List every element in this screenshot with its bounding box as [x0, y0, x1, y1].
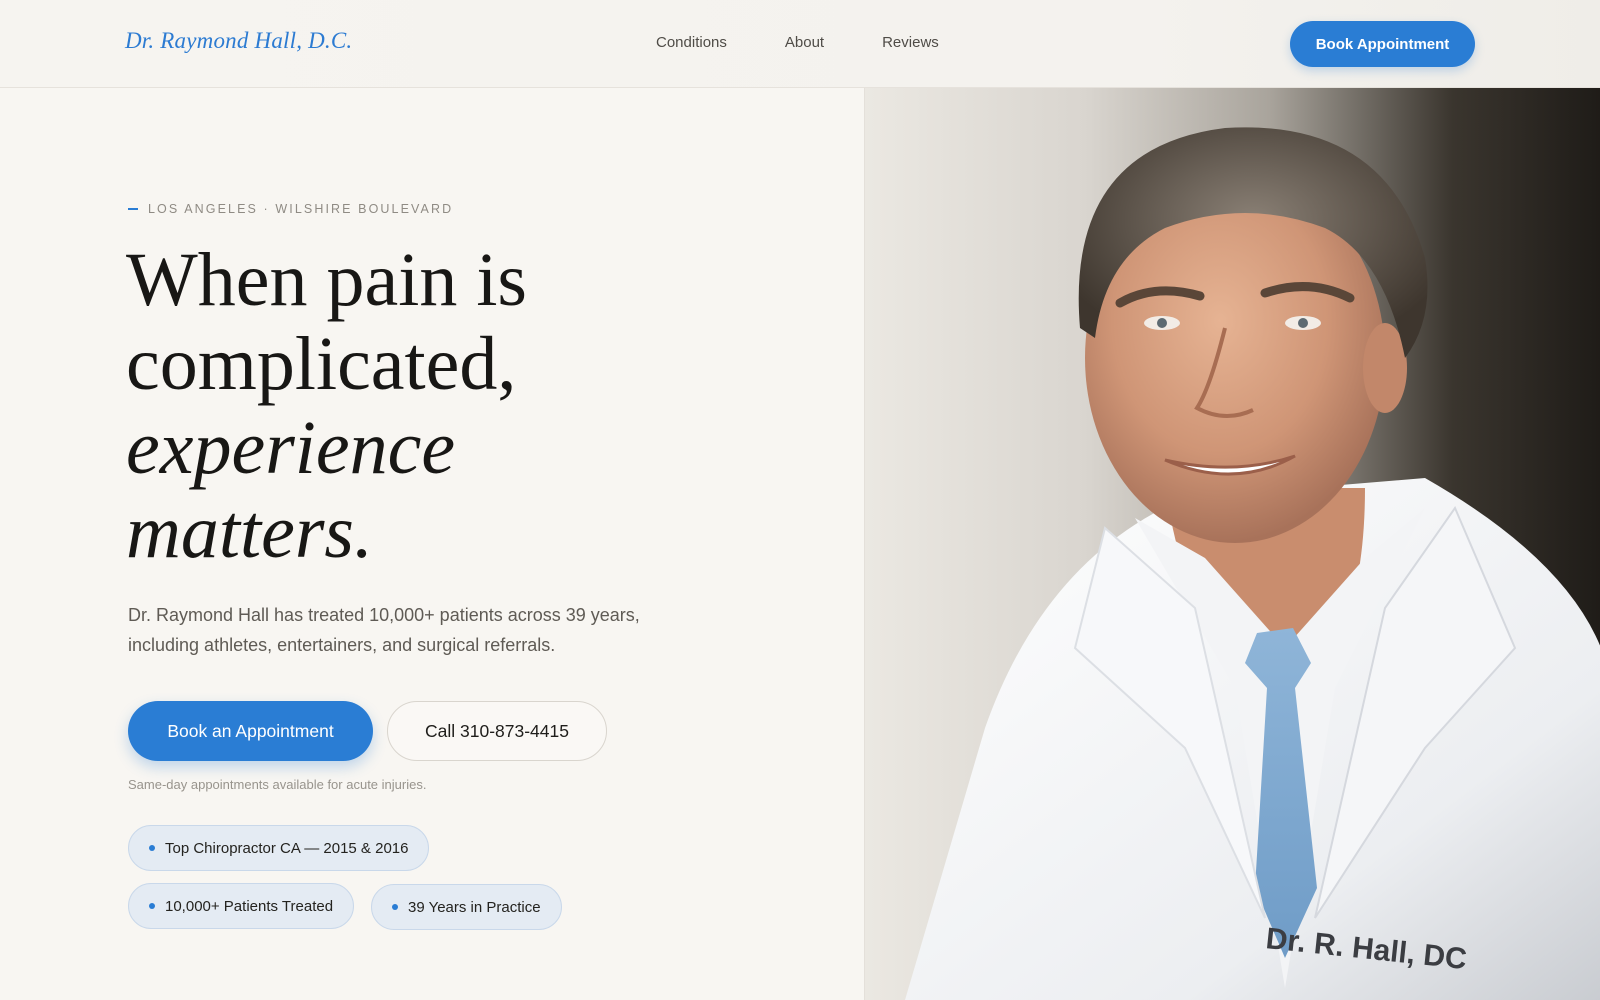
book-appointment-button[interactable]: Book an Appointment [128, 701, 373, 761]
badge-top-chiropractor: Top Chiropractor CA — 2015 & 2016 [128, 825, 430, 871]
doctor-portrait-photo: Dr. R. Hall, DC [864, 88, 1600, 1000]
badge-patients-treated: 10,000+ Patients Treated [128, 883, 355, 929]
nav-link-conditions[interactable]: Conditions [656, 34, 727, 51]
badge-dot-icon [392, 904, 398, 910]
badge-label: 10,000+ Patients Treated [165, 897, 334, 915]
same-day-note: Same-day appointments available for acut… [128, 777, 427, 792]
doctor-portrait-illustration: Dr. R. Hall, DC [905, 127, 1600, 1000]
site-logo[interactable]: Dr. Raymond Hall, D.C. [125, 28, 352, 54]
main-nav: Conditions About Reviews [656, 34, 939, 51]
location-eyebrow: LOS ANGELES · WILSHIRE BOULEVARD [128, 202, 453, 216]
headline-line-2: complicated, [126, 322, 517, 406]
headline-line-4: matters. [126, 490, 373, 574]
eyebrow-dash-icon [128, 208, 138, 210]
badge-label: 39 Years in Practice [408, 898, 541, 916]
badge-years-practice: 39 Years in Practice [371, 884, 562, 930]
header-book-appointment-button[interactable]: Book Appointment [1290, 21, 1475, 67]
badge-dot-icon [149, 903, 155, 909]
headline-line-3: experience [126, 406, 456, 490]
headline-line-1: When pain is [126, 238, 528, 322]
hero-headline: When pain is complicated, experience mat… [126, 238, 726, 574]
nav-link-about[interactable]: About [785, 34, 824, 51]
eyebrow-text: LOS ANGELES · WILSHIRE BOULEVARD [148, 202, 454, 216]
call-phone-button[interactable]: Call 310-873-4415 [387, 701, 607, 761]
site-header: Dr. Raymond Hall, D.C. Conditions About … [0, 0, 1600, 88]
badge-label: Top Chiropractor CA — 2015 & 2016 [165, 839, 409, 857]
badge-dot-icon [149, 845, 155, 851]
hero-lead-paragraph: Dr. Raymond Hall has treated 10,000+ pat… [128, 605, 640, 655]
nav-link-reviews[interactable]: Reviews [882, 34, 939, 51]
